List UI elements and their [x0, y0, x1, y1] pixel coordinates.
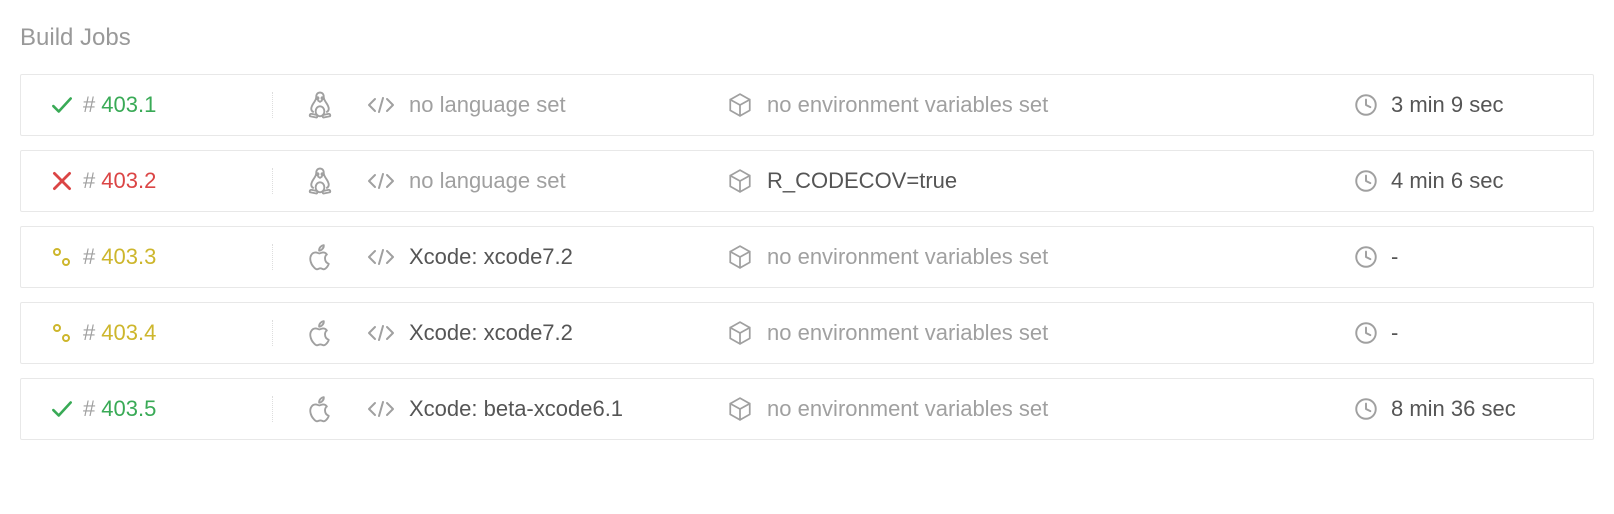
pending-status-icon	[41, 245, 83, 269]
duration-text: 3 min 9 sec	[1391, 92, 1504, 118]
hash-icon: #	[83, 396, 95, 422]
duration-cell: 3 min 9 sec	[1353, 92, 1573, 118]
language-text: Xcode: xcode7.2	[409, 244, 573, 270]
job-list: #403.1 no language set no environment va…	[20, 74, 1594, 440]
hash-icon: #	[83, 168, 95, 194]
env-text: no environment variables set	[767, 320, 1048, 346]
env-text: no environment variables set	[767, 244, 1048, 270]
job-id-cell: #403.4	[83, 320, 273, 346]
hash-icon: #	[83, 320, 95, 346]
clock-icon	[1353, 396, 1379, 422]
job-id-cell: #403.5	[83, 396, 273, 422]
code-icon	[367, 245, 395, 269]
code-icon	[367, 169, 395, 193]
language-cell: Xcode: beta-xcode6.1	[367, 396, 727, 422]
box-icon	[727, 320, 753, 346]
hash-icon: #	[83, 244, 95, 270]
passed-status-icon	[41, 92, 83, 118]
clock-icon	[1353, 244, 1379, 270]
section-title: Build Jobs	[20, 24, 1594, 52]
duration-text: 4 min 6 sec	[1391, 168, 1504, 194]
language-cell: no language set	[367, 92, 727, 118]
language-cell: Xcode: xcode7.2	[367, 244, 727, 270]
language-text: no language set	[409, 168, 566, 194]
language-text: Xcode: beta-xcode6.1	[409, 396, 623, 422]
job-row[interactable]: #403.3 Xcode: xcode7.2 no environment va…	[20, 226, 1594, 288]
language-text: no language set	[409, 92, 566, 118]
duration-text: 8 min 36 sec	[1391, 396, 1516, 422]
box-icon	[727, 92, 753, 118]
duration-cell: 8 min 36 sec	[1353, 396, 1573, 422]
apple-icon	[273, 242, 367, 272]
language-cell: no language set	[367, 168, 727, 194]
duration-text: -	[1391, 244, 1398, 270]
job-row[interactable]: #403.4 Xcode: xcode7.2 no environment va…	[20, 302, 1594, 364]
language-text: Xcode: xcode7.2	[409, 320, 573, 346]
job-number: 403.3	[101, 244, 156, 270]
env-text: R_CODECOV=true	[767, 168, 957, 194]
linux-icon	[273, 90, 367, 120]
code-icon	[367, 397, 395, 421]
job-number: 403.2	[101, 168, 156, 194]
job-row[interactable]: #403.5 Xcode: beta-xcode6.1 no environme…	[20, 378, 1594, 440]
clock-icon	[1353, 92, 1379, 118]
failed-status-icon	[41, 168, 83, 194]
env-cell: no environment variables set	[727, 92, 1353, 118]
env-text: no environment variables set	[767, 396, 1048, 422]
duration-cell: -	[1353, 244, 1573, 270]
clock-icon	[1353, 320, 1379, 346]
env-cell: no environment variables set	[727, 396, 1353, 422]
env-cell: no environment variables set	[727, 320, 1353, 346]
box-icon	[727, 396, 753, 422]
env-text: no environment variables set	[767, 92, 1048, 118]
duration-text: -	[1391, 320, 1398, 346]
job-id-cell: #403.2	[83, 168, 273, 194]
apple-icon	[273, 318, 367, 348]
pending-status-icon	[41, 321, 83, 345]
job-number: 403.1	[101, 92, 156, 118]
code-icon	[367, 93, 395, 117]
clock-icon	[1353, 168, 1379, 194]
job-id-cell: #403.1	[83, 92, 273, 118]
job-id-cell: #403.3	[83, 244, 273, 270]
job-number: 403.4	[101, 320, 156, 346]
job-row[interactable]: #403.2 no language set R_CODECOV=true 4 …	[20, 150, 1594, 212]
language-cell: Xcode: xcode7.2	[367, 320, 727, 346]
duration-cell: -	[1353, 320, 1573, 346]
passed-status-icon	[41, 396, 83, 422]
box-icon	[727, 244, 753, 270]
job-row[interactable]: #403.1 no language set no environment va…	[20, 74, 1594, 136]
box-icon	[727, 168, 753, 194]
job-number: 403.5	[101, 396, 156, 422]
apple-icon	[273, 394, 367, 424]
duration-cell: 4 min 6 sec	[1353, 168, 1573, 194]
linux-icon	[273, 166, 367, 196]
code-icon	[367, 321, 395, 345]
env-cell: no environment variables set	[727, 244, 1353, 270]
hash-icon: #	[83, 92, 95, 118]
env-cell: R_CODECOV=true	[727, 168, 1353, 194]
